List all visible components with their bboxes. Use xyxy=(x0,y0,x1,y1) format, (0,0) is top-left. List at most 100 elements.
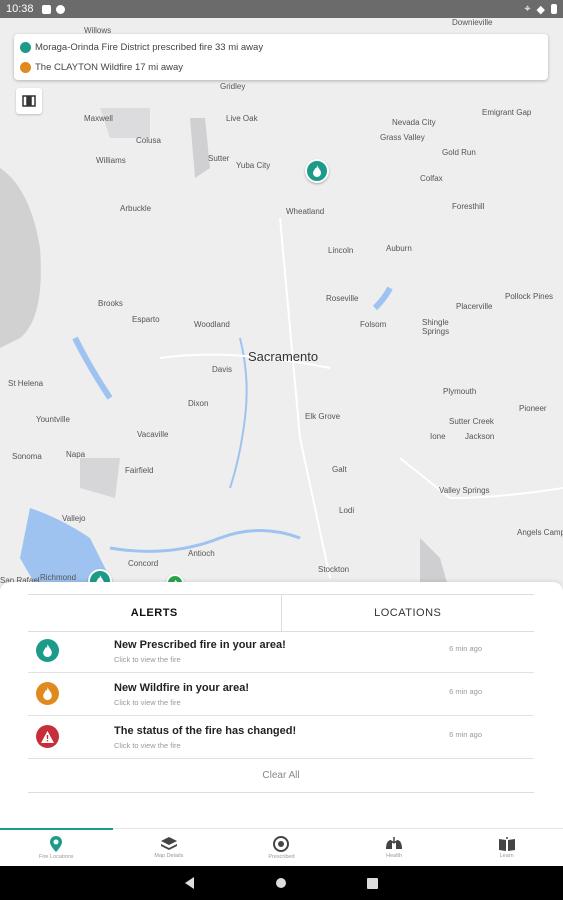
map-label-sutter: Sutter xyxy=(208,154,230,163)
alert-timestamp: 6 min ago xyxy=(449,687,482,696)
nearby-fire-text: Moraga-Orinda Fire District prescribed f… xyxy=(35,41,264,53)
map-layers-button[interactable] xyxy=(16,88,42,114)
map-label-stockton: Stockton xyxy=(318,565,350,574)
map-label-emigrant-gap: Emigrant Gap xyxy=(482,108,532,117)
map-label-st-helena: St Helena xyxy=(8,379,44,388)
tab-locations[interactable]: LOCATIONS xyxy=(280,595,535,631)
map-label-shingle-springs: Shingle Springs xyxy=(422,318,450,336)
map-label-wheatland: Wheatland xyxy=(286,207,325,216)
alert-subtitle: Click to view the fire xyxy=(114,698,181,707)
map-label-gold-run: Gold Run xyxy=(442,148,476,157)
clear-all-button[interactable]: Clear All xyxy=(28,758,534,793)
sim-icon xyxy=(41,4,51,14)
map-label-richmond: Richmond xyxy=(40,573,77,582)
map-label-brooks: Brooks xyxy=(98,299,123,308)
map-toggle-icon xyxy=(22,95,36,107)
alert-title: The status of the fire has changed! xyxy=(114,725,297,737)
nearby-fire-text: The CLAYTON Wildfire 17 mi away xyxy=(35,61,183,73)
map-label-vacaville: Vacaville xyxy=(137,430,169,439)
map-label-sonoma: Sonoma xyxy=(12,452,42,461)
map-label-yountville: Yountville xyxy=(36,415,70,424)
lungs-icon xyxy=(386,837,403,849)
map-label-colfax: Colfax xyxy=(420,174,443,183)
nav-label: Learn xyxy=(499,853,514,859)
warning-icon xyxy=(41,730,54,743)
prescribed-fire-icon xyxy=(20,41,31,53)
map-label-angels-camp: Angels Camp xyxy=(517,528,563,537)
alert-item[interactable]: The status of the fire has changed! Clic… xyxy=(28,716,534,759)
alert-type-badge xyxy=(36,639,59,662)
map-label-sacramento: Sacramento xyxy=(248,349,319,364)
map-label-colusa: Colusa xyxy=(136,136,161,145)
map-label-ione: Ione xyxy=(430,432,446,441)
status-bar: 10:38 ⌖ ◆ xyxy=(0,0,563,18)
map-label-elk-grove: Elk Grove xyxy=(305,412,341,421)
map-label-yuba-city: Yuba City xyxy=(236,161,271,170)
alert-timestamp: 6 min ago xyxy=(449,730,482,739)
map-label-williams: Williams xyxy=(96,156,126,165)
map-label-placerville: Placerville xyxy=(456,302,493,311)
map-label-foresthill: Foresthill xyxy=(452,202,485,211)
map-label-galt: Galt xyxy=(332,465,347,474)
home-icon[interactable] xyxy=(275,877,287,889)
nearby-fires-card[interactable]: Moraga-Orinda Fire District prescribed f… xyxy=(14,34,548,80)
map-label-concord: Concord xyxy=(128,559,159,568)
nav-prescribed[interactable]: Prescribed xyxy=(225,829,338,867)
nearby-fire-row[interactable]: The CLAYTON Wildfire 17 mi away xyxy=(20,57,542,77)
map-label-lodi: Lodi xyxy=(339,506,355,515)
alert-type-badge xyxy=(36,682,59,705)
nav-label: Map Details xyxy=(154,853,184,859)
map-label-antioch: Antioch xyxy=(188,549,215,558)
flame-icon xyxy=(313,165,321,177)
map-label-jackson: Jackson xyxy=(465,432,495,441)
map-label-davis: Davis xyxy=(212,365,233,374)
map-label-napa: Napa xyxy=(66,450,86,459)
map-label-pioneer: Pioneer xyxy=(519,404,547,413)
tab-alerts[interactable]: ALERTS xyxy=(28,595,281,631)
layers-icon xyxy=(160,837,177,850)
map-label-woodland: Woodland xyxy=(194,320,230,329)
nav-health[interactable]: Health xyxy=(338,829,451,867)
map-label-arbuckle: Arbuckle xyxy=(120,204,152,213)
system-nav-bar xyxy=(0,866,563,900)
nav-label: Health xyxy=(386,853,403,859)
map-label-gridley: Gridley xyxy=(220,82,246,91)
map-label-live-oak: Live Oak xyxy=(226,114,258,123)
wifi-icon: ◆ xyxy=(536,3,545,16)
nav-fire-locations[interactable]: Fire Locations xyxy=(0,828,113,867)
map[interactable]: Willows Downieville Gridley Maxwell Live… xyxy=(0,18,563,598)
alert-title: New Prescribed fire in your area! xyxy=(114,639,286,651)
alert-timestamp: 6 min ago xyxy=(449,644,482,653)
back-icon[interactable] xyxy=(185,877,195,889)
map-label-downieville: Downieville xyxy=(452,18,493,27)
nearby-fire-row[interactable]: Moraga-Orinda Fire District prescribed f… xyxy=(20,37,542,57)
flame-icon xyxy=(43,644,52,657)
map-label-nevada-city: Nevada City xyxy=(392,118,436,127)
map-label-roseville: Roseville xyxy=(326,294,359,303)
map-label-maxwell: Maxwell xyxy=(84,114,113,123)
alert-subtitle: Click to view the fire xyxy=(114,655,181,664)
battery-icon xyxy=(551,4,557,14)
alert-item[interactable]: New Prescribed fire in your area! Click … xyxy=(28,630,534,673)
alert-item[interactable]: New Wildfire in your area! Click to view… xyxy=(28,673,534,716)
flame-icon xyxy=(43,687,52,700)
map-label-sutter-creek: Sutter Creek xyxy=(449,417,494,426)
map-label-folsom: Folsom xyxy=(360,320,387,329)
alert-subtitle: Click to view the fire xyxy=(114,741,181,750)
prescribed-fire-marker[interactable] xyxy=(305,159,329,183)
map-label-plymouth: Plymouth xyxy=(443,387,477,396)
wildfire-icon xyxy=(20,61,31,73)
book-icon xyxy=(498,837,515,851)
map-label-valley-springs: Valley Springs xyxy=(439,486,490,495)
map-label-esparto: Esparto xyxy=(132,315,160,324)
map-label-pollock-pines: Pollock Pines xyxy=(505,292,554,301)
nav-map-details[interactable]: Map Details xyxy=(113,829,226,867)
alerts-panel: ALERTS LOCATIONS New Prescribed fire in … xyxy=(0,582,563,828)
map-label-auburn: Auburn xyxy=(386,244,412,253)
map-label-fairfield: Fairfield xyxy=(125,466,154,475)
alert-type-badge xyxy=(36,725,59,748)
bottom-nav: Fire Locations Map Details Prescribed He… xyxy=(0,828,563,867)
location-icon xyxy=(50,836,63,852)
nav-learn[interactable]: Learn xyxy=(450,829,563,867)
recents-icon[interactable] xyxy=(367,877,378,889)
